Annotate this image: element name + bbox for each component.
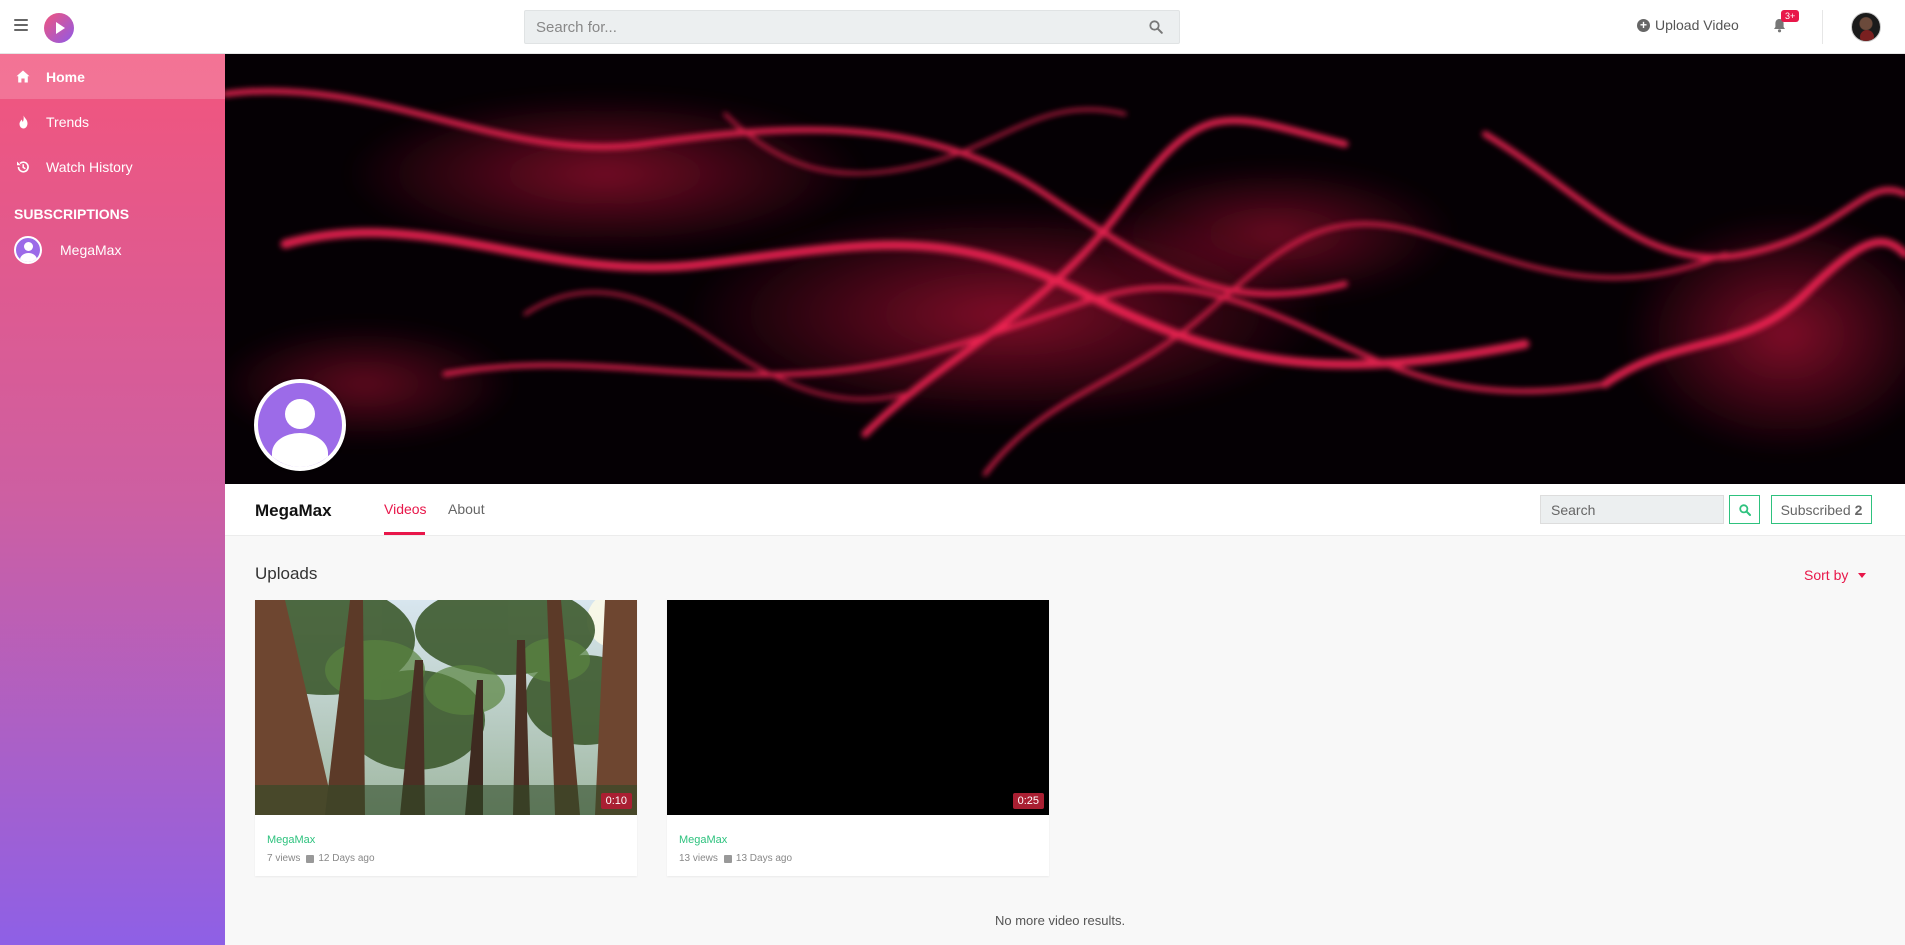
subscriptions-heading: SUBSCRIPTIONS <box>14 206 130 222</box>
menu-toggle-icon[interactable] <box>14 19 28 31</box>
avatar <box>14 236 42 264</box>
sidebar-item-trends[interactable]: Trends <box>0 99 225 144</box>
sidebar-item-label: Watch History <box>46 158 133 175</box>
forest-thumbnail-image <box>255 600 637 815</box>
sidebar: Home Trends Watch History SUBSCRIPTIONS … <box>0 54 225 945</box>
video-meta: 7 views 12 Days ago <box>267 853 375 864</box>
sort-by-label: Sort by <box>1804 567 1849 583</box>
video-views: 13 views <box>679 853 718 864</box>
video-thumbnail[interactable]: 0:25 <box>667 600 1049 815</box>
search-icon <box>1738 503 1751 516</box>
video-date: 13 Days ago <box>735 853 793 864</box>
channel-avatar[interactable] <box>254 379 346 471</box>
logo-icon[interactable] <box>44 13 74 43</box>
video-duration: 0:10 <box>600 793 632 809</box>
home-icon <box>15 70 31 83</box>
no-more-results-text: No more video results. <box>995 913 1126 928</box>
notification-badge: 3+ <box>1781 10 1800 22</box>
channel-banner <box>225 54 1905 484</box>
banner-smoke-image <box>225 54 1905 484</box>
video-views: 7 views <box>267 853 301 864</box>
video-meta: 13 views 13 Days ago <box>679 853 792 864</box>
sidebar-item-home[interactable]: Home <box>0 54 225 99</box>
caret-down-icon <box>1858 572 1867 578</box>
fire-icon <box>15 115 31 129</box>
subscription-name: MegaMax <box>60 242 122 258</box>
subscribed-button[interactable]: Subscribed 2 <box>1771 495 1872 524</box>
sort-by-dropdown[interactable]: Sort by <box>1804 567 1867 583</box>
video-thumbnail[interactable]: 0:10 <box>255 600 637 815</box>
subscribed-label: Subscribed <box>1780 501 1851 518</box>
top-search-input[interactable] <box>525 11 1125 43</box>
sidebar-item-watch-history[interactable]: Watch History <box>0 144 225 189</box>
divider <box>1822 10 1823 44</box>
top-search-bar <box>524 10 1180 44</box>
video-duration: 0:25 <box>1012 793 1044 809</box>
video-date: 12 Days ago <box>318 853 375 864</box>
subscriber-count: 2 <box>1854 501 1863 518</box>
top-navbar: + Upload Video 3+ <box>0 0 1905 54</box>
video-channel-link[interactable]: MegaMax <box>679 834 727 846</box>
active-tab-indicator <box>384 532 425 535</box>
sidebar-item-label: Home <box>46 68 85 85</box>
subscription-item-megamax[interactable]: MegaMax <box>0 231 225 269</box>
channel-search-button[interactable] <box>1729 495 1760 524</box>
uploads-heading: Uploads <box>255 564 318 583</box>
search-icon[interactable] <box>1149 20 1163 34</box>
channel-header: MegaMax Videos About Subscribed 2 <box>225 484 1905 536</box>
sidebar-item-label: Trends <box>46 113 90 130</box>
upload-video-button[interactable]: + Upload Video <box>1637 17 1739 33</box>
channel-name: MegaMax <box>255 501 332 520</box>
tab-about[interactable]: About <box>448 501 485 517</box>
calendar-icon <box>723 854 732 863</box>
history-icon <box>15 160 31 174</box>
video-card[interactable]: 0:10 MegaMax 7 views 12 Days ago <box>255 600 637 876</box>
video-channel-link[interactable]: MegaMax <box>267 834 315 846</box>
plus-circle-icon: + <box>1637 18 1650 32</box>
channel-search-input[interactable] <box>1540 495 1724 524</box>
tab-videos[interactable]: Videos <box>384 501 427 517</box>
video-card[interactable]: 0:25 MegaMax 13 views 13 Days ago <box>667 600 1049 876</box>
calendar-icon <box>306 854 315 863</box>
upload-video-label: Upload Video <box>1655 17 1739 33</box>
user-avatar[interactable] <box>1851 12 1881 42</box>
